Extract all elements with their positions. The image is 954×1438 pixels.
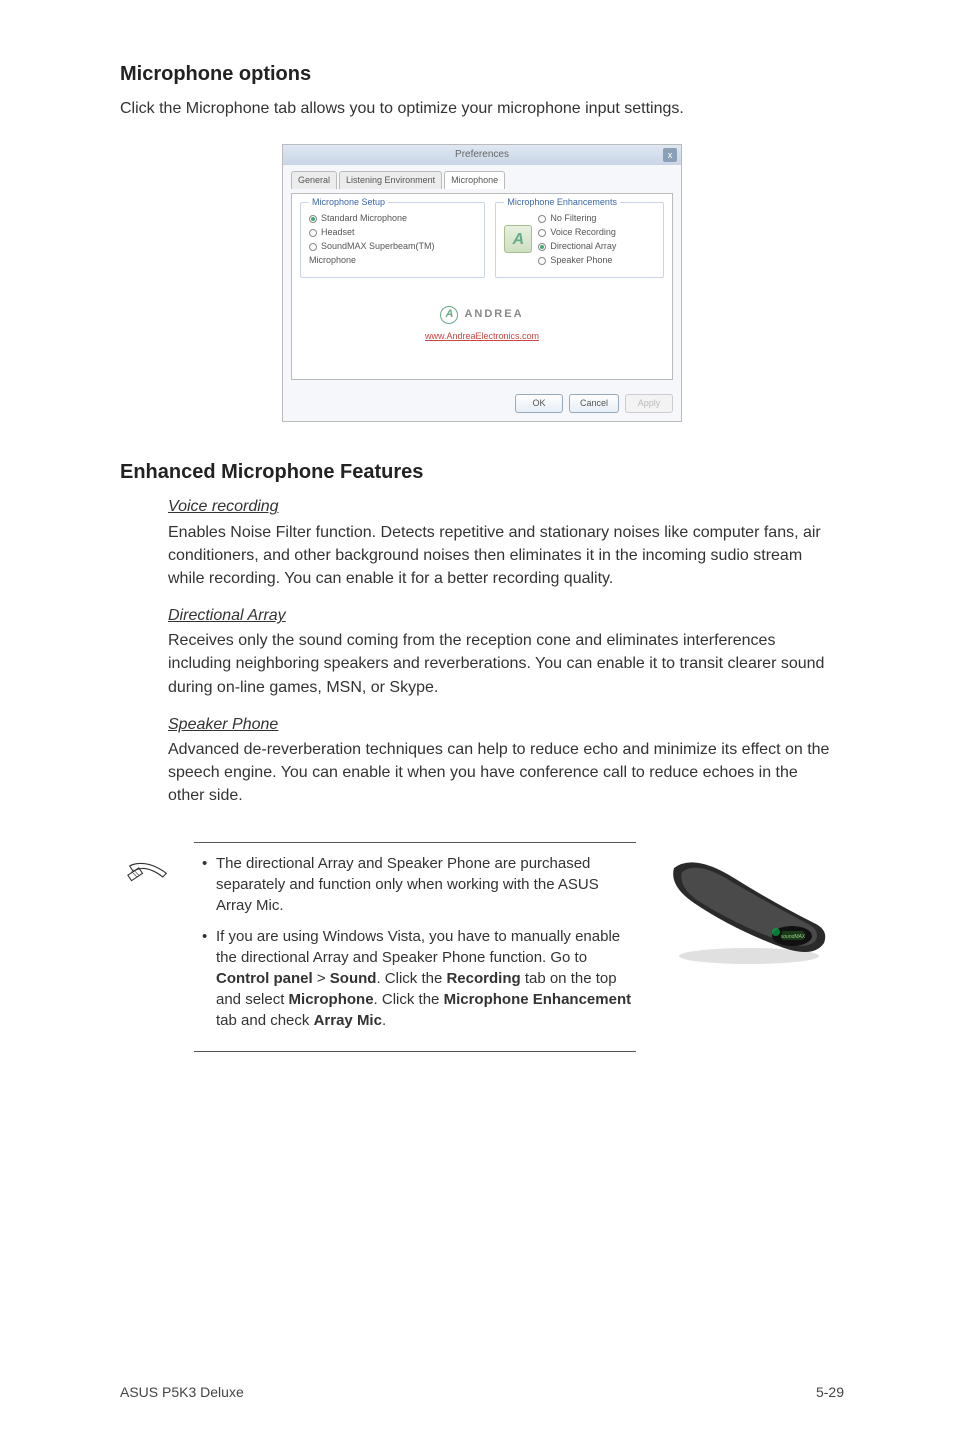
note2-array-mic: Array Mic bbox=[314, 1012, 382, 1029]
note2-control-panel: Control panel bbox=[216, 970, 313, 987]
opt-speaker-phone-label: Speaker Phone bbox=[550, 255, 612, 265]
microphone-options-intro: Click the Microphone tab allows you to o… bbox=[120, 97, 844, 120]
note2-sound: Sound bbox=[330, 970, 377, 987]
note-item-1: The directional Array and Speaker Phone … bbox=[198, 853, 632, 916]
preferences-dialog-figure: Preferences x General Listening Environm… bbox=[120, 144, 844, 422]
speaker-phone-title: Speaker Phone bbox=[168, 713, 834, 736]
opt-voice-recording[interactable]: Voice Recording bbox=[538, 225, 616, 239]
note2-mid3: . Click the bbox=[374, 991, 444, 1008]
dialog-tabs: General Listening Environment Microphone bbox=[291, 171, 673, 189]
opt-standard-microphone[interactable]: Standard Microphone bbox=[309, 211, 476, 225]
directional-array-title: Directional Array bbox=[168, 604, 834, 627]
voice-recording-title: Voice recording bbox=[168, 495, 834, 518]
microphone-enhancements-group: Microphone Enhancements A No Filtering V… bbox=[495, 202, 664, 278]
andrea-logo-row: A ANDREA bbox=[300, 306, 664, 324]
cancel-button[interactable]: Cancel bbox=[569, 394, 619, 413]
microphone-setup-group: Microphone Setup Standard Microphone Hea… bbox=[300, 202, 485, 278]
tab-microphone[interactable]: Microphone bbox=[444, 171, 505, 189]
svg-text:soundMAX: soundMAX bbox=[781, 934, 806, 940]
opt-superbeam-label: SoundMAX Superbeam(TM) Microphone bbox=[309, 241, 435, 265]
andrea-link[interactable]: www.AndreaElectronics.com bbox=[300, 330, 664, 343]
note-item-2: If you are using Windows Vista, you have… bbox=[198, 926, 632, 1031]
footer-right: 5-29 bbox=[816, 1382, 844, 1402]
note-icon bbox=[126, 860, 170, 894]
dialog-titlebar: Preferences x bbox=[283, 145, 681, 165]
opt-voice-recording-label: Voice Recording bbox=[550, 227, 616, 237]
opt-headset[interactable]: Headset bbox=[309, 225, 476, 239]
tab-general[interactable]: General bbox=[291, 171, 337, 189]
andrea-brand-text: ANDREA bbox=[464, 307, 523, 323]
close-icon[interactable]: x bbox=[663, 148, 677, 162]
opt-directional-array[interactable]: Directional Array bbox=[538, 239, 616, 253]
enhancement-icon: A bbox=[504, 225, 532, 253]
opt-headset-label: Headset bbox=[321, 227, 355, 237]
opt-speaker-phone[interactable]: Speaker Phone bbox=[538, 253, 616, 267]
tab-listening-environment[interactable]: Listening Environment bbox=[339, 171, 442, 189]
speaker-phone-body: Advanced de-reverberation techniques can… bbox=[168, 738, 834, 808]
opt-directional-array-label: Directional Array bbox=[550, 241, 616, 251]
note2-mid4: tab and check bbox=[216, 1012, 314, 1029]
array-mic-photo: soundMAX bbox=[654, 842, 844, 968]
andrea-logo-icon: A bbox=[440, 306, 458, 324]
opt-no-filtering[interactable]: No Filtering bbox=[538, 211, 616, 225]
note2-gt: > bbox=[313, 970, 330, 987]
microphone-options-heading: Microphone options bbox=[120, 60, 844, 89]
microphone-setup-legend: Microphone Setup bbox=[309, 196, 388, 209]
preferences-dialog: Preferences x General Listening Environm… bbox=[282, 144, 682, 422]
directional-array-body: Receives only the sound coming from the … bbox=[168, 629, 834, 699]
opt-standard-microphone-label: Standard Microphone bbox=[321, 213, 407, 223]
note2-recording: Recording bbox=[446, 970, 520, 987]
enhanced-features-heading: Enhanced Microphone Features bbox=[120, 458, 844, 487]
opt-no-filtering-label: No Filtering bbox=[550, 213, 596, 223]
microphone-enhancements-legend: Microphone Enhancements bbox=[504, 196, 620, 209]
ok-button[interactable]: OK bbox=[515, 394, 563, 413]
note2-end: . bbox=[382, 1012, 386, 1029]
apply-button[interactable]: Apply bbox=[625, 394, 673, 413]
note2-microphone: Microphone bbox=[289, 991, 374, 1008]
note2-mid1: . Click the bbox=[376, 970, 446, 987]
opt-superbeam[interactable]: SoundMAX Superbeam(TM) Microphone bbox=[309, 239, 476, 267]
note2-pre: If you are using Windows Vista, you have… bbox=[216, 928, 620, 966]
dialog-button-row: OK Cancel Apply bbox=[283, 388, 681, 421]
footer-left: ASUS P5K3 Deluxe bbox=[120, 1382, 244, 1402]
voice-recording-body: Enables Noise Filter function. Detects r… bbox=[168, 521, 834, 591]
note2-mic-enh: Microphone Enhancement bbox=[444, 991, 632, 1008]
dialog-title-text: Preferences bbox=[455, 149, 509, 160]
